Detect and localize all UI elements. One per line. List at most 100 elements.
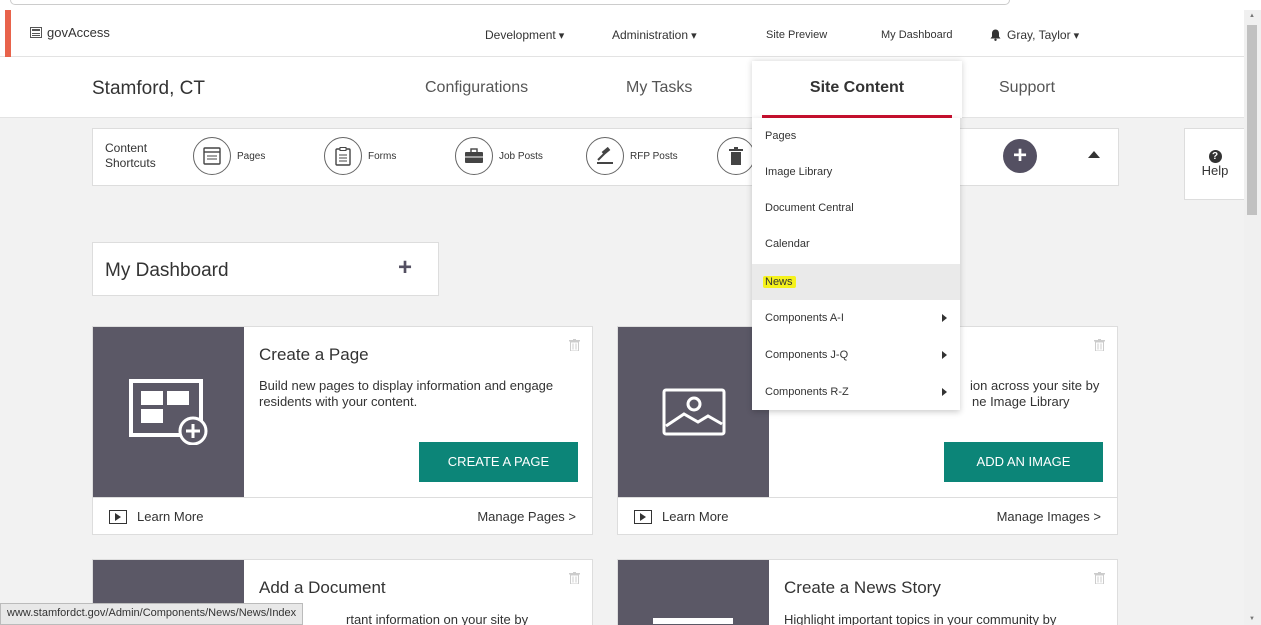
menu-item-label: Components A-I [765,312,844,324]
shortcuts-label-line1: Content [105,141,148,155]
content-shortcuts-label: Content Shortcuts [105,141,156,171]
shortcut-job-posts[interactable]: Job Posts [455,137,543,175]
brand[interactable]: govAccess [30,25,110,40]
menu-item-news[interactable]: News [752,264,960,300]
forms-icon [324,137,362,175]
status-bar-url: www.stamfordct.gov/Admin/Components/News… [0,603,304,625]
image-icon [618,327,769,497]
add-widget-button[interactable]: + [398,254,412,282]
brand-label: govAccess [47,25,110,40]
site-content-dropdown: Pages Image Library Document Central Cal… [752,118,960,410]
trash-icon[interactable] [569,339,580,351]
my-dashboard-link[interactable]: My Dashboard [881,29,953,41]
card-title: Create a Page [259,345,369,364]
shortcut-forms-label: Forms [368,150,397,162]
site-name: Stamford, CT [92,78,205,99]
govaccess-icon [30,27,42,38]
dashboard-header: My Dashboard + [92,242,439,296]
menu-item-image-library[interactable]: Image Library [752,154,960,190]
site-preview-link[interactable]: Site Preview [766,29,827,41]
gavel-icon [586,137,624,175]
collapse-shortcuts-icon[interactable] [1088,151,1100,158]
development-menu[interactable]: Development [485,28,564,42]
shortcuts-label-line2: Shortcuts [105,156,156,170]
menu-item-components-r-z[interactable]: Components R-Z [752,374,960,410]
card-description: ion across your site by ne Image Library [970,378,1120,410]
shortcut-rfp-posts[interactable]: RFP Posts [586,137,678,175]
card-footer: Learn More Manage Pages > [93,497,592,534]
menu-item-components-j-q[interactable]: Components J-Q [752,337,960,373]
card-description: Highlight important topics in your commu… [784,612,1057,625]
scroll-thumb[interactable] [1247,25,1257,215]
tab-site-content-label: Site Content [809,79,905,96]
menu-item-document-central[interactable]: Document Central [752,190,960,226]
content-shortcuts-bar: Content Shortcuts Pages Forms Job Posts … [92,128,1119,186]
accent-stripe [5,10,11,57]
help-label: Help [1201,163,1229,178]
menu-item-components-a-i[interactable]: Components A-I [752,300,960,336]
play-icon [109,509,127,524]
trash-icon[interactable] [1094,572,1105,584]
submenu-arrow-icon [942,314,947,322]
card-title: Add a Document [259,578,386,597]
user-name: Gray, Taylor [1007,28,1079,42]
learn-more-label: Learn More [137,509,204,524]
play-icon [634,509,652,524]
create-page-button[interactable]: CREATE A PAGE [419,442,578,482]
menu-item-calendar[interactable]: Calendar [752,226,960,262]
trash-icon [717,137,755,175]
menu-item-label: News [763,276,796,288]
shortcut-pages[interactable]: Pages [193,137,265,175]
menu-item-label: Components J-Q [765,349,849,361]
card-footer: Learn More Manage Images > [618,497,1117,534]
shortcut-forms[interactable]: Forms [324,137,396,175]
card-title: Create a News Story [784,578,941,597]
bell-icon [990,29,1001,41]
question-icon: ? [1208,150,1222,163]
news-icon [618,560,769,625]
menu-item-label: Document Central [765,202,854,214]
add-image-button[interactable]: ADD AN IMAGE [944,442,1103,482]
help-button[interactable]: ? Help [1184,128,1246,200]
tab-my-tasks[interactable]: My Tasks [626,79,692,97]
shortcut-partial[interactable] [717,137,755,175]
user-menu[interactable]: Gray, Taylor [990,28,1079,42]
shortcut-rfp-posts-label: RFP Posts [630,150,678,162]
menu-item-label: Components R-Z [765,386,849,398]
administration-menu[interactable]: Administration [612,28,697,42]
learn-more-link[interactable]: Learn More [109,509,203,524]
page-layout-icon [93,327,244,497]
admin-bar: govAccess Development Administration Sit… [0,10,1244,57]
card-description-line1: ion across your site by [970,378,1100,393]
menu-item-label: Pages [765,130,797,142]
menu-item-label: Image Library [765,166,833,178]
add-shortcut-button[interactable]: + [1003,139,1037,173]
manage-images-link[interactable]: Manage Images > [997,509,1101,524]
trash-icon[interactable] [569,572,580,584]
shortcut-job-posts-label: Job Posts [499,150,543,162]
submenu-arrow-icon [942,388,947,396]
dashboard-title: My Dashboard [105,260,229,281]
browser-top-strip [0,0,1261,10]
learn-more-link[interactable]: Learn More [634,509,728,524]
card-description: Build new pages to display information a… [259,378,554,409]
menu-item-label: Calendar [765,238,810,250]
learn-more-label: Learn More [662,509,729,524]
card-description: rtant information on your site by [346,612,529,625]
card-description-line2: ne Image Library [972,394,1070,409]
address-bar-edge [10,0,1010,5]
shortcut-pages-label: Pages [237,150,266,162]
main-nav: Stamford, CT Configurations My Tasks Sit… [0,57,1244,118]
tab-configurations[interactable]: Configurations [425,79,528,97]
scroll-down-icon[interactable]: ▼ [1249,616,1255,622]
pages-icon [193,137,231,175]
vertical-scrollbar[interactable]: ▲ ▼ [1244,10,1261,625]
submenu-arrow-icon [942,351,947,359]
menu-item-pages[interactable]: Pages [752,118,960,154]
tab-site-content[interactable]: Site Content [752,61,962,118]
trash-icon[interactable] [1094,339,1105,351]
tab-support[interactable]: Support [999,79,1055,97]
manage-pages-link[interactable]: Manage Pages > [477,509,576,524]
briefcase-icon [455,137,493,175]
scroll-up-icon[interactable]: ▲ [1249,13,1255,19]
